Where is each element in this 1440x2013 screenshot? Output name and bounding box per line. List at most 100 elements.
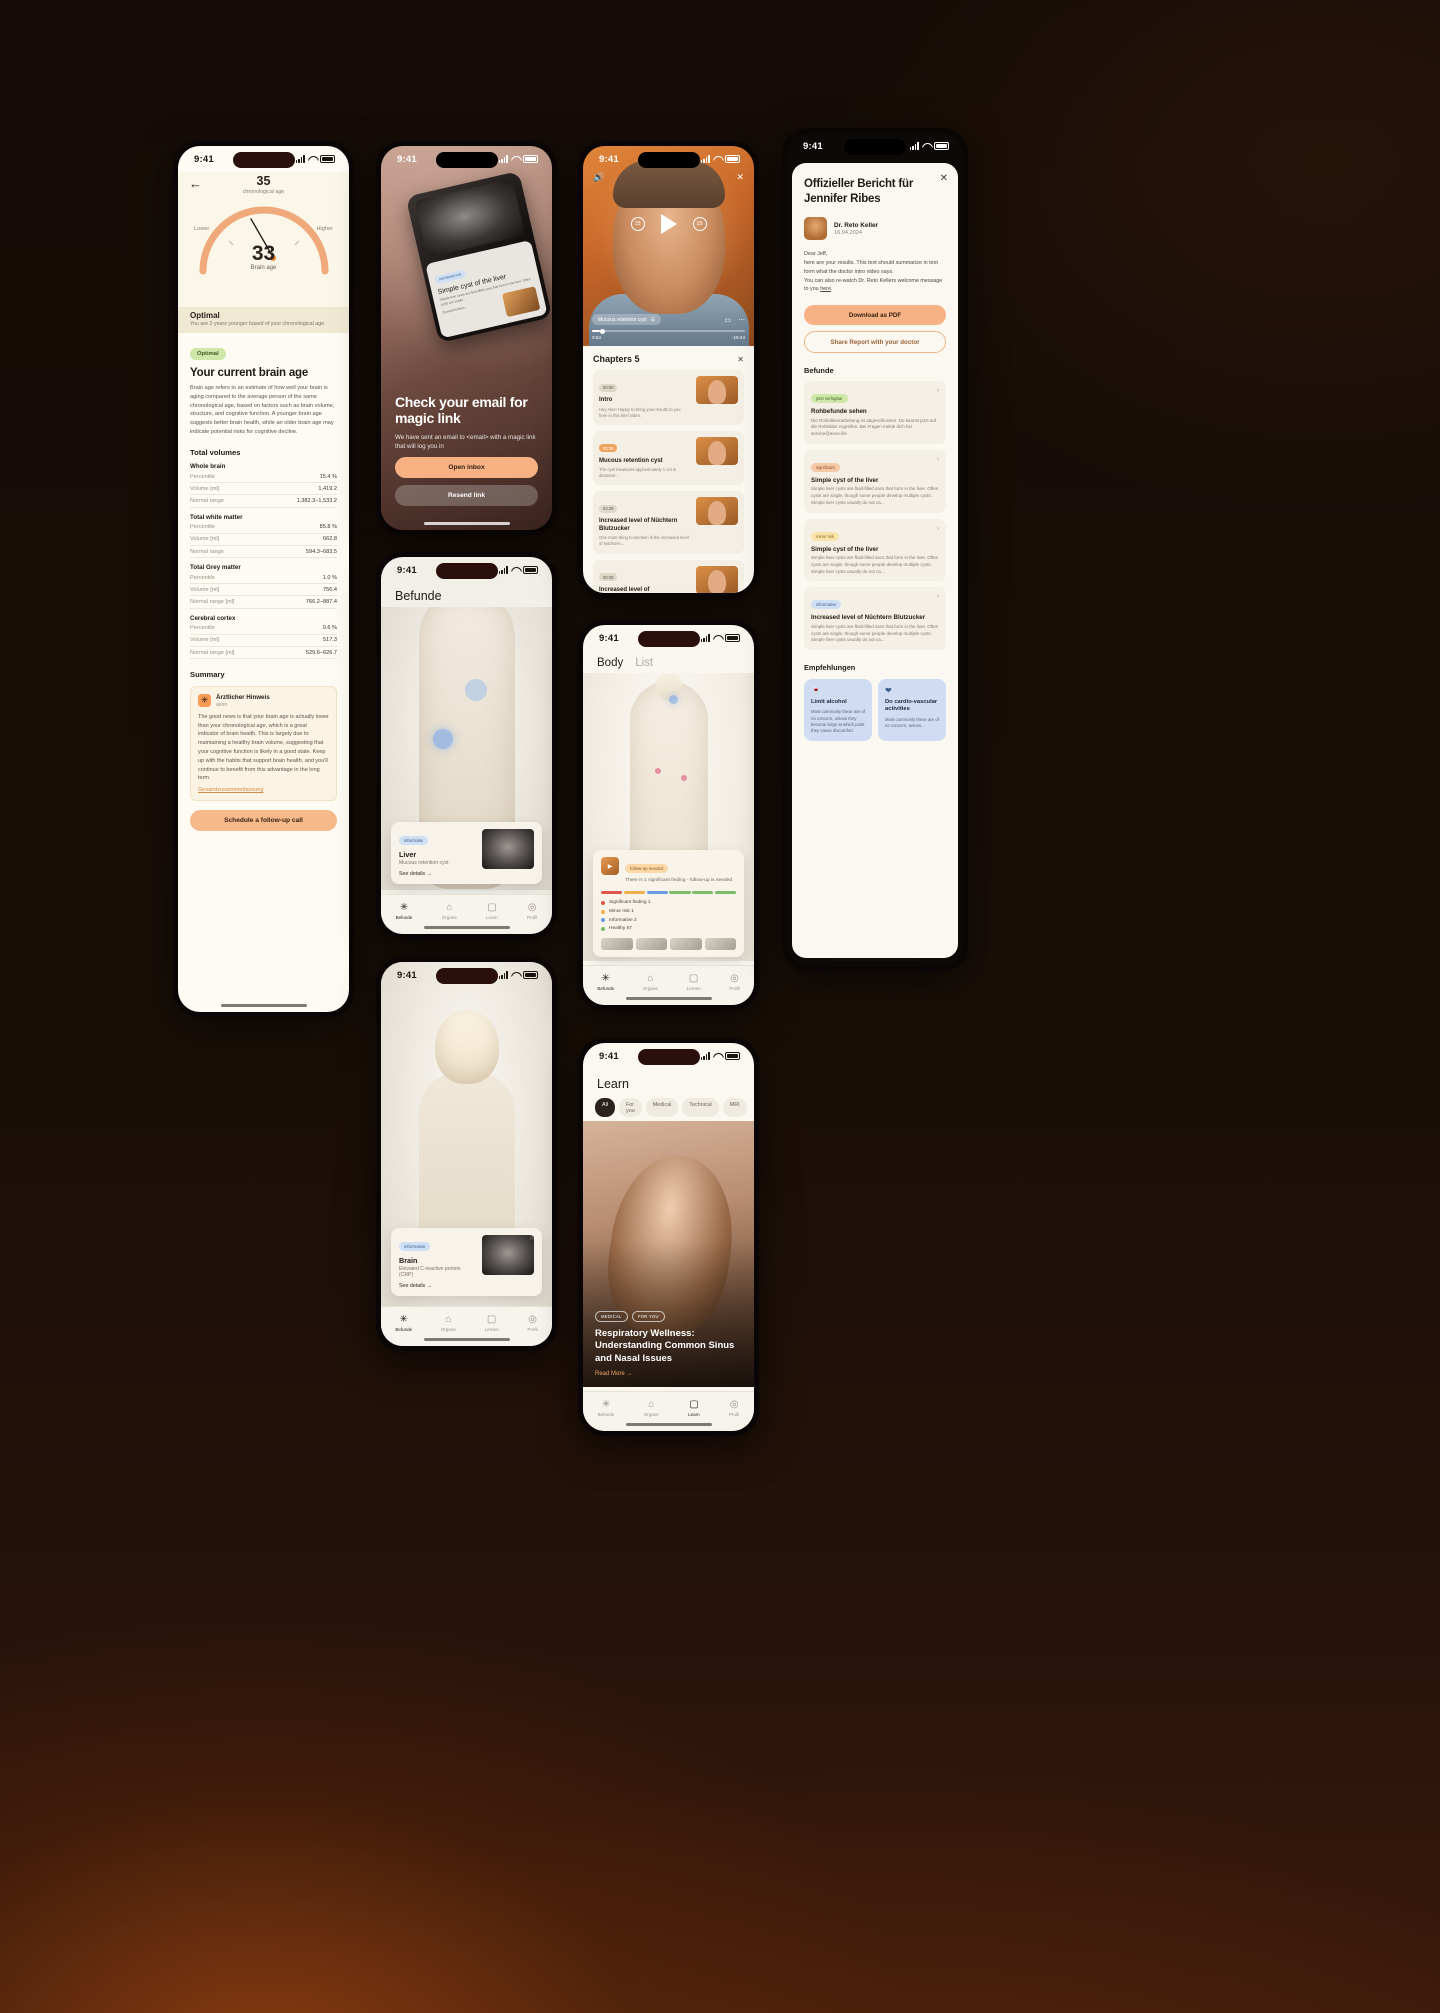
schedule-call-button[interactable]: Schedule a follow-up call [190, 810, 337, 832]
tab-organe[interactable]: ⌂ Organe [644, 1400, 659, 1418]
filter-chip-medical[interactable]: Medical [645, 1098, 679, 1117]
finding-row[interactable]: › jetzt verfügbar Rohbefunde sehen Die Rohb… [804, 381, 946, 444]
phone-brain-age: 9:41 ← 35 chronological age Lower Higher… [173, 141, 354, 1017]
open-inbox-button[interactable]: Open inbox [395, 457, 538, 478]
chapter-chip[interactable]: Mucous retention cyst ☰ [592, 314, 662, 325]
finding-row[interactable]: › informative Increased level of Nüchtern … [804, 587, 946, 651]
video-surface[interactable]: 🔊 ✕ 15 15 Mucous retention cyst ☰ ▭ ⋯ 0:… [583, 146, 754, 346]
status-time: 9:41 [599, 1050, 619, 1062]
skip-back-icon[interactable]: 15 [630, 217, 645, 231]
tab-befunde[interactable]: ✳ Befunde [395, 1315, 412, 1333]
recommendation-card[interactable]: 🍷 Limit alcohol Most commonly these are of… [804, 679, 872, 742]
row-value: 756.4 [323, 586, 337, 593]
cellular-icon [700, 1052, 710, 1060]
chapter-item[interactable]: 00:29 Increased level of [593, 559, 744, 593]
chevron-right-icon: › [937, 594, 939, 601]
findings-summary-card[interactable]: ▶ follow-up needed There is 1 significan… [593, 850, 744, 957]
finding-title: Liver [399, 849, 417, 859]
legend-swatch [601, 926, 605, 931]
phone-mockup-stage: 9:41 ← 35 chronological age Lower Higher… [0, 0, 1440, 2013]
wifi-icon [713, 1053, 722, 1060]
filter-chip-all[interactable]: All [595, 1098, 615, 1117]
finding-marker[interactable] [433, 729, 453, 749]
chapter-item[interactable]: 00:00 Intro Hey Alex! Happy to bring your … [593, 370, 744, 425]
legend-label: Minor risk 1 [609, 909, 634, 915]
row-label: Percentile [190, 473, 215, 480]
finding-marker[interactable] [681, 775, 687, 781]
tab-lernen[interactable]: ▢ Lernen [485, 1315, 499, 1333]
chapter-item[interactable]: 00:39 Mucous retention cyst The cyst measu… [593, 430, 744, 486]
video-thumbnail[interactable]: ▶ [601, 857, 619, 876]
close-icon[interactable]: ✕ [737, 355, 744, 364]
status-bar: 9:41 [787, 133, 963, 159]
tab-profil[interactable]: ◎ Profil [527, 903, 538, 921]
brain-age-content[interactable]: Optimal Your current brain age Brain age… [178, 333, 349, 1012]
tab-profil[interactable]: ◎ Profil [729, 974, 739, 992]
finding-marker[interactable] [669, 695, 678, 704]
tab-befunde[interactable]: ✳ Befunde [396, 903, 413, 921]
tab-befunde[interactable]: ✳ Befunde [598, 1400, 615, 1418]
read-more-link[interactable]: Read More → [595, 1371, 742, 1377]
tab-organe[interactable]: ⌂ Organe [440, 1314, 456, 1333]
row-value: 1.0 % [322, 574, 337, 581]
legend-swatch [601, 918, 605, 923]
filter-chip-mri[interactable]: MRI [722, 1098, 747, 1117]
bar-segment [623, 890, 645, 894]
airplay-icon[interactable]: ▭ [724, 316, 731, 324]
status-bar: 9:41 [583, 146, 754, 172]
play-icon[interactable] [660, 214, 677, 234]
see-details-link[interactable]: See details → [399, 871, 475, 877]
chapter-item[interactable]: 02:29 Increased level of Nüchtern Blutzuc… [593, 491, 744, 554]
finding-row[interactable]: › significant Simple cyst of the liver Simp… [804, 449, 946, 513]
report-sheet[interactable]: ✕ Offizieller Bericht für Jennifer Ribes… [792, 163, 958, 958]
finding-marker[interactable] [655, 768, 661, 774]
tab-lernen[interactable]: ▢ Lernen [687, 974, 701, 992]
tab-icon: ✳ [601, 973, 610, 984]
progress-slider[interactable] [592, 328, 745, 334]
segment-list[interactable]: List [635, 657, 653, 669]
see-details-link[interactable]: See details → [399, 1283, 475, 1289]
segment-body[interactable]: Body [597, 657, 623, 669]
back-icon[interactable]: ← [189, 176, 202, 191]
cellular-icon [498, 566, 508, 574]
finding-tag: informativ [399, 835, 429, 845]
findings-legend: Significant finding 1 Minor risk 1 Informa… [601, 899, 736, 933]
doctor-row: Dr. Reto Keller 16.04.2024 [804, 217, 946, 241]
tab-label: Profil [527, 915, 538, 920]
tab-profil[interactable]: ◎ Profil [527, 1315, 537, 1333]
article-hero-card[interactable]: MEDICAL FOR YOU Respiratory Wellness: Und… [583, 1121, 754, 1387]
share-report-button[interactable]: Share Report with your doctor [804, 331, 946, 354]
tab-organe[interactable]: ⌂ Organe [441, 903, 457, 921]
skip-forward-icon[interactable]: 15 [692, 217, 707, 231]
gauge-label-higher: Higher [316, 226, 333, 233]
tab-learn[interactable]: ▢ Learn [486, 903, 498, 921]
tab-icon: ⌂ [445, 1314, 452, 1325]
tab-label: Organe [441, 915, 457, 920]
tab-befunde[interactable]: ✳ Befunde [597, 973, 614, 992]
summary-link[interactable]: Gesamtzusammenfassung [198, 787, 329, 793]
tab-profil[interactable]: ◎ Profil [729, 1400, 739, 1418]
tab-organe[interactable]: ⌂ Organe [643, 974, 658, 992]
tab-label: Organe [440, 1327, 456, 1332]
close-icon[interactable]: ✕ [528, 1234, 535, 1243]
finding-card[interactable]: informativ Liver Mucous retention cyst S… [391, 821, 542, 884]
download-pdf-button[interactable]: Download as PDF [804, 305, 946, 326]
resend-link-button[interactable]: Resend link [395, 485, 538, 506]
finding-card[interactable]: ✕ informative Brain Elevated C-reactive … [391, 1227, 542, 1296]
finding-marker[interactable] [465, 679, 487, 701]
more-options-icon[interactable]: ⋯ [738, 316, 745, 324]
mute-icon[interactable]: 🔊 [593, 172, 604, 183]
close-icon[interactable]: ✕ [736, 172, 744, 183]
battery-icon [523, 971, 538, 979]
filter-chip-for-you[interactable]: For you [619, 1098, 642, 1117]
close-icon[interactable]: ✕ [940, 173, 948, 184]
filter-chip-technical[interactable]: Technical [682, 1098, 719, 1117]
finding-row[interactable]: › minor risk Simple cyst of the liver Simpl… [804, 518, 946, 582]
chapters-count: 5 [634, 354, 640, 364]
tab-learn[interactable]: ▢ Learn [688, 1400, 700, 1418]
scan-thumbnail-row[interactable] [601, 938, 736, 950]
page-title: Your current brain age [190, 367, 309, 379]
video-link[interactable]: here [820, 286, 831, 292]
recommendation-card[interactable]: ❤ Do cardio-vascular activities Most commo… [878, 679, 946, 742]
status-time: 9:41 [194, 153, 214, 165]
